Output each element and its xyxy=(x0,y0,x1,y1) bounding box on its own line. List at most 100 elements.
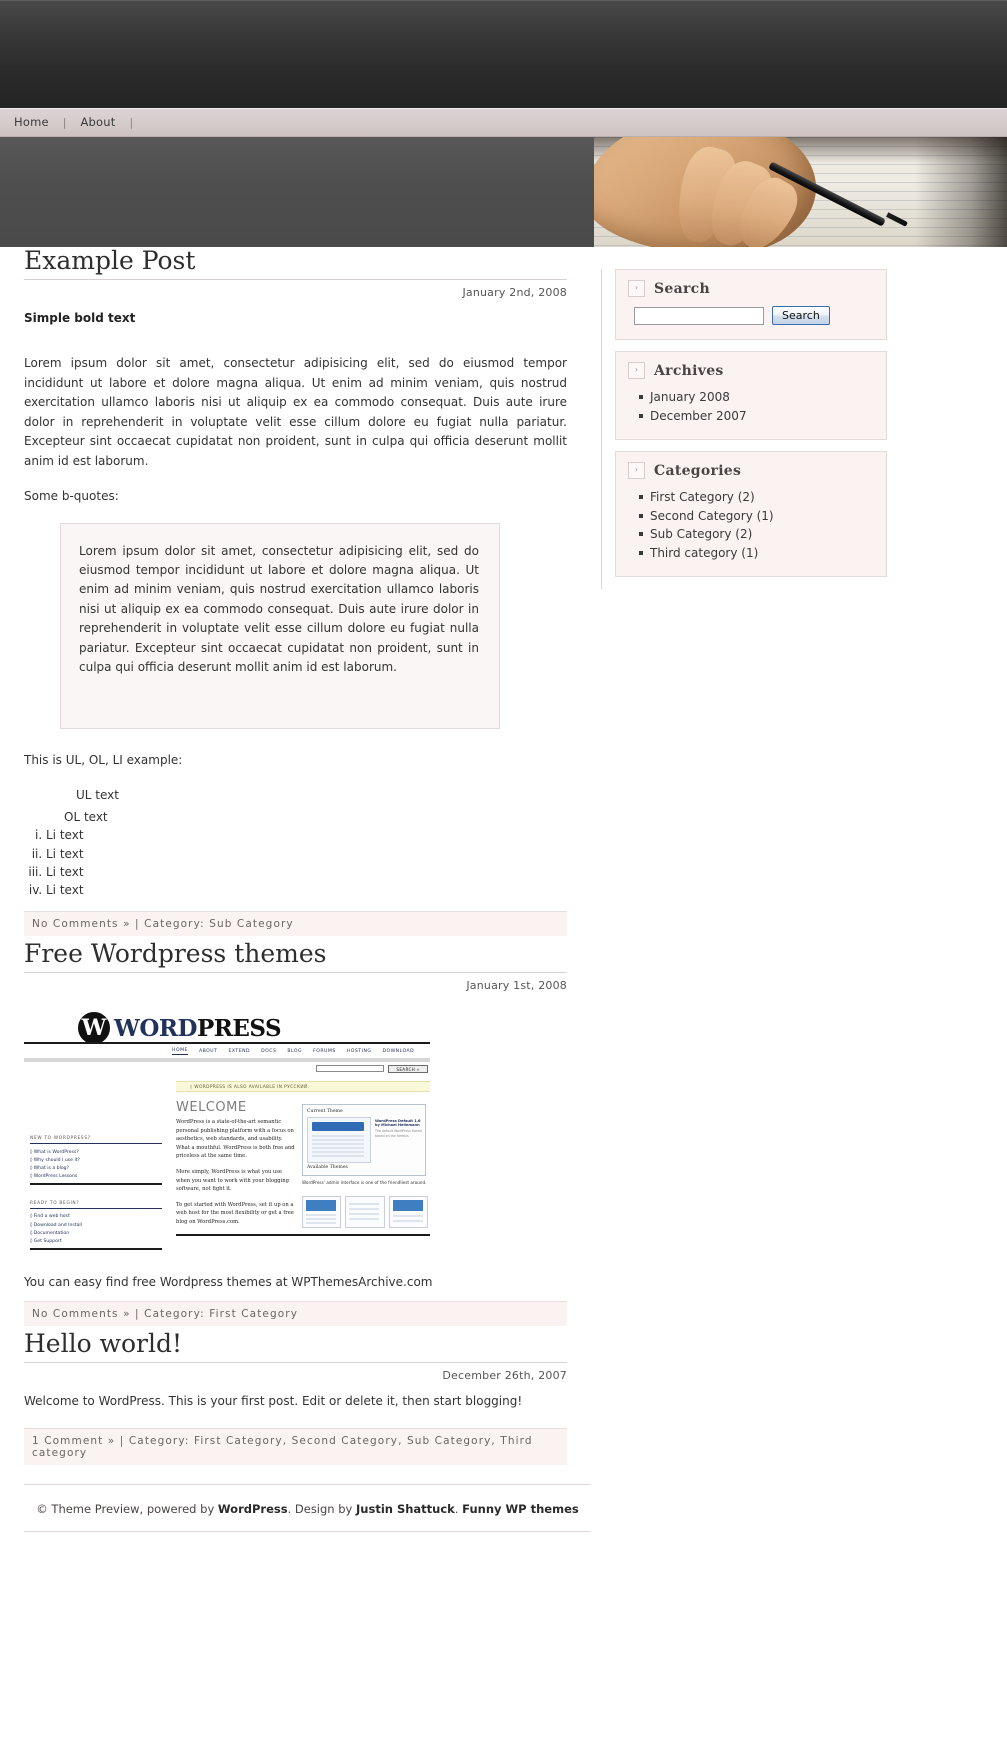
post-lead-bold: Simple bold text xyxy=(24,311,136,325)
wp-nav-hosting: HOSTING xyxy=(346,1049,372,1055)
archives-list: January 2008 December 2007 xyxy=(628,388,874,425)
photo-vignette xyxy=(915,137,1007,247)
meta-separator: | xyxy=(135,918,140,931)
wp-panel-side: WordPress Default 1.6 by Michael Heilema… xyxy=(375,1119,423,1139)
masthead-highlight xyxy=(0,0,1007,1)
post-comments-link[interactable]: 1 Comment » xyxy=(32,1435,115,1447)
footer-prefix: © Theme Preview, powered by xyxy=(36,1502,218,1516)
post-hello-world: Hello world! December 26th, 2007 Welcome… xyxy=(24,1330,567,1465)
wp-thumb-line xyxy=(312,1135,364,1138)
wp-mid-para-3: To get started with WordPress, set it up… xyxy=(176,1201,294,1225)
chevron-right-icon: › xyxy=(628,280,645,297)
thumb-line xyxy=(349,1208,380,1210)
wp-theme-thumbs xyxy=(302,1196,428,1229)
post-category-text[interactable]: Category: First Category xyxy=(144,1308,298,1320)
post-date: December 26th, 2007 xyxy=(442,1369,567,1383)
wp-left-link: ◊ Find a web host xyxy=(30,1214,70,1220)
wp-search-button: SEARCH » xyxy=(388,1065,428,1074)
banner-photo-handwriting xyxy=(594,137,1007,247)
nav-item-home[interactable]: Home xyxy=(12,109,63,136)
wp-left-link: ◊ What is WordPress? xyxy=(30,1149,79,1155)
wp-left-rule xyxy=(30,1182,162,1185)
wp-left-heading: NEW TO WORDPRESS? xyxy=(30,1136,162,1145)
wp-theme-thumb xyxy=(302,1196,342,1229)
sidebar: › Search Search › Archives January 2008 … xyxy=(601,269,887,589)
wp-nav: HOME ABOUT EXTEND DOCS BLOG FORUMS HOSTI… xyxy=(172,1046,430,1057)
list-item[interactable]: Third category (1) xyxy=(639,544,874,563)
nav-separator-2: | xyxy=(129,116,134,129)
widget-title: Search xyxy=(654,280,710,297)
post-title[interactable]: Free Wordpress themes xyxy=(24,940,567,974)
wp-thumb-line xyxy=(312,1147,364,1150)
wp-search-input xyxy=(316,1065,384,1073)
header-banner xyxy=(0,137,1007,247)
wordmark-press: PRESS xyxy=(196,1015,282,1043)
nav-item-about[interactable]: About xyxy=(78,109,129,136)
search-input[interactable] xyxy=(634,306,764,325)
footer-credit: © Theme Preview, powered by WordPress. D… xyxy=(24,1501,591,1518)
post-category-text[interactable]: Category: Sub Category xyxy=(144,918,294,930)
wp-panel-thumbnail xyxy=(307,1117,371,1164)
post-comments-link[interactable]: No Comments » xyxy=(32,1308,131,1320)
widget-categories: › Categories First Category (2) Second C… xyxy=(615,451,887,578)
wp-language-notice: ◊ WORDPRESS IS ALSO AVAILABLE IN РУССКИЙ… xyxy=(176,1081,430,1093)
wp-left-link: ◊ Get Support xyxy=(30,1239,62,1245)
wp-nav-bg xyxy=(24,1058,430,1063)
ul-item: UL text xyxy=(76,788,119,802)
post-comments-link[interactable]: No Comments » xyxy=(32,918,131,930)
wp-thumb-line xyxy=(312,1151,364,1154)
meta-separator: | xyxy=(135,1308,140,1321)
list-item[interactable]: Sub Category (2) xyxy=(639,525,874,544)
category-link[interactable]: Third category (1) xyxy=(650,546,758,560)
wp-panel-title: Current Theme xyxy=(307,1109,343,1115)
wordpress-logo-icon: W xyxy=(78,1012,110,1045)
post-date: January 2nd, 2008 xyxy=(462,286,567,299)
wp-mid-para-1: WordPress is a state-of-the-art semantic… xyxy=(176,1119,295,1160)
nav-separator: | xyxy=(62,116,67,129)
post-paragraph: Welcome to WordPress. This is your first… xyxy=(24,1394,523,1409)
chevron-right-icon: › xyxy=(628,462,645,480)
post-title[interactable]: Example Post xyxy=(24,247,567,280)
wp-theme-thumb xyxy=(388,1196,428,1229)
meta-separator: | xyxy=(119,1434,125,1447)
search-button[interactable]: Search xyxy=(772,306,830,325)
footer-wordpress-link[interactable]: WordPress xyxy=(218,1502,288,1516)
categories-list: First Category (2) Second Category (1) S… xyxy=(628,488,874,562)
widget-title: Categories xyxy=(654,462,742,479)
list-item[interactable]: Second Category (1) xyxy=(639,507,874,526)
archive-link[interactable]: January 2008 xyxy=(650,390,730,404)
post-paragraph: Lorem ipsum dolor sit amet, consectetur … xyxy=(24,356,567,468)
post-date: January 1st, 2008 xyxy=(466,979,567,993)
primary-navbar: Home | About | xyxy=(0,108,1007,137)
wp-thumb-bar xyxy=(312,1122,364,1132)
list-item: Li text xyxy=(46,826,567,844)
post-title[interactable]: Hello world! xyxy=(24,1330,567,1364)
thumb-line xyxy=(349,1218,380,1220)
widget-header: › Search xyxy=(628,280,874,297)
wp-theme-panel: Current Theme WordPress Default 1.6 by M… xyxy=(302,1104,426,1177)
wp-panel-title-2: Available Themes xyxy=(307,1165,348,1171)
post-body: Simple bold text Lorem ipsum dolor sit a… xyxy=(24,299,567,899)
list-item[interactable]: First Category (2) xyxy=(639,488,874,507)
wp-left-block-2: READY TO BEGIN? ◊ Find a web host ◊ Down… xyxy=(30,1201,162,1250)
wp-thumb-line xyxy=(312,1155,364,1158)
widget-archives: › Archives January 2008 December 2007 xyxy=(615,351,887,441)
wp-left-heading-2: READY TO BEGIN? xyxy=(30,1201,162,1209)
wp-logo-row: W WORDPRESS xyxy=(78,1012,430,1046)
widget-header: › Categories xyxy=(628,462,874,480)
ul-demo-list: UL text xyxy=(24,786,567,804)
wp-panel-side-title: WordPress Default 1.6 by Michael Heilema… xyxy=(375,1119,421,1128)
footer-author-link[interactable]: Justin Shattuck xyxy=(356,1502,455,1516)
category-link[interactable]: First Category (2) xyxy=(650,490,755,504)
post-free-wordpress-themes: Free Wordpress themes January 1st, 2008 … xyxy=(24,940,567,1327)
list-item[interactable]: December 2007 xyxy=(639,407,874,426)
footer-themes-link[interactable]: Funny WP themes xyxy=(462,1502,579,1516)
post-meta: No Comments » | Category: First Category xyxy=(24,1301,567,1327)
wp-left-link: ◊ Why should I use it? xyxy=(30,1157,80,1163)
wp-thumb-line xyxy=(312,1139,364,1142)
list-item[interactable]: January 2008 xyxy=(639,388,874,407)
theme-preview-page: Home | About | Example Post January 2nd,… xyxy=(0,0,1007,1747)
category-link[interactable]: Second Category (1) xyxy=(650,509,774,523)
category-link[interactable]: Sub Category (2) xyxy=(650,527,752,541)
archive-link[interactable]: December 2007 xyxy=(650,409,747,423)
